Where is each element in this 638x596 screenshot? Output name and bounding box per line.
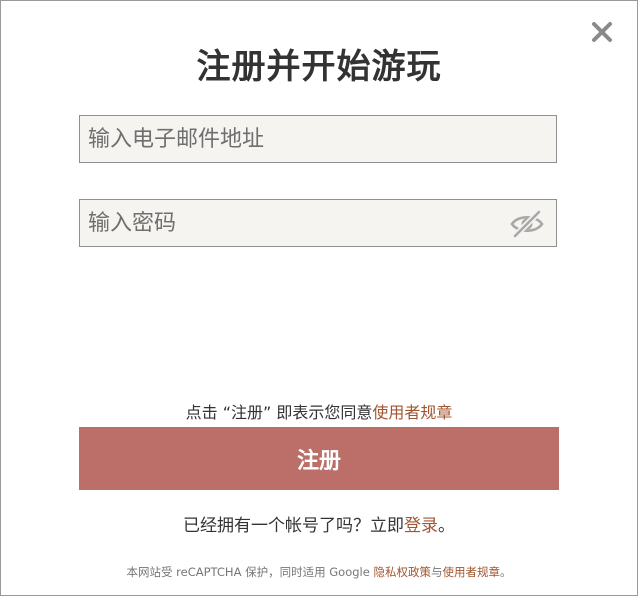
email-input[interactable] [80, 116, 556, 162]
recaptcha-and: 与 [430, 565, 443, 579]
login-prompt-text: 已经拥有一个帐号了吗？立即 [183, 516, 404, 536]
dialog-title: 注册并开始游玩 [196, 47, 442, 87]
recaptcha-notice: 本网站受 reCAPTCHA 保护，同时适用 Google 隐私权政策与使用者规… [1, 564, 637, 580]
login-prompt: 已经拥有一个帐号了吗？立即登录。 [1, 511, 637, 536]
terms-notice: 点击 “注册” 即表示您同意使用者规章 [1, 399, 637, 423]
recaptcha-prefix: 本网站受 reCAPTCHA 保护，同时适用 Google [126, 565, 374, 579]
recaptcha-terms-link[interactable]: 使用者规章 [442, 565, 500, 579]
email-field-container [79, 115, 557, 163]
register-button[interactable]: 注册 [79, 427, 559, 490]
recaptcha-suffix: 。 [499, 565, 512, 579]
signup-dialog: 注册并开始游玩 点击 “注册” 即表示您同意使用者规章 注册 已经拥有一个帐号了… [0, 0, 638, 596]
login-link[interactable]: 登录 [404, 516, 438, 536]
password-visibility-toggle[interactable] [510, 209, 544, 239]
login-prompt-suffix: 。 [438, 516, 455, 536]
password-field-container [79, 199, 557, 247]
terms-link[interactable]: 使用者规章 [372, 403, 452, 422]
password-input[interactable] [80, 200, 556, 246]
eye-slash-icon [510, 209, 544, 239]
privacy-policy-link[interactable]: 隐私权政策 [373, 565, 431, 579]
terms-prefix: 点击 “注册” 即表示您同意 [185, 403, 373, 422]
